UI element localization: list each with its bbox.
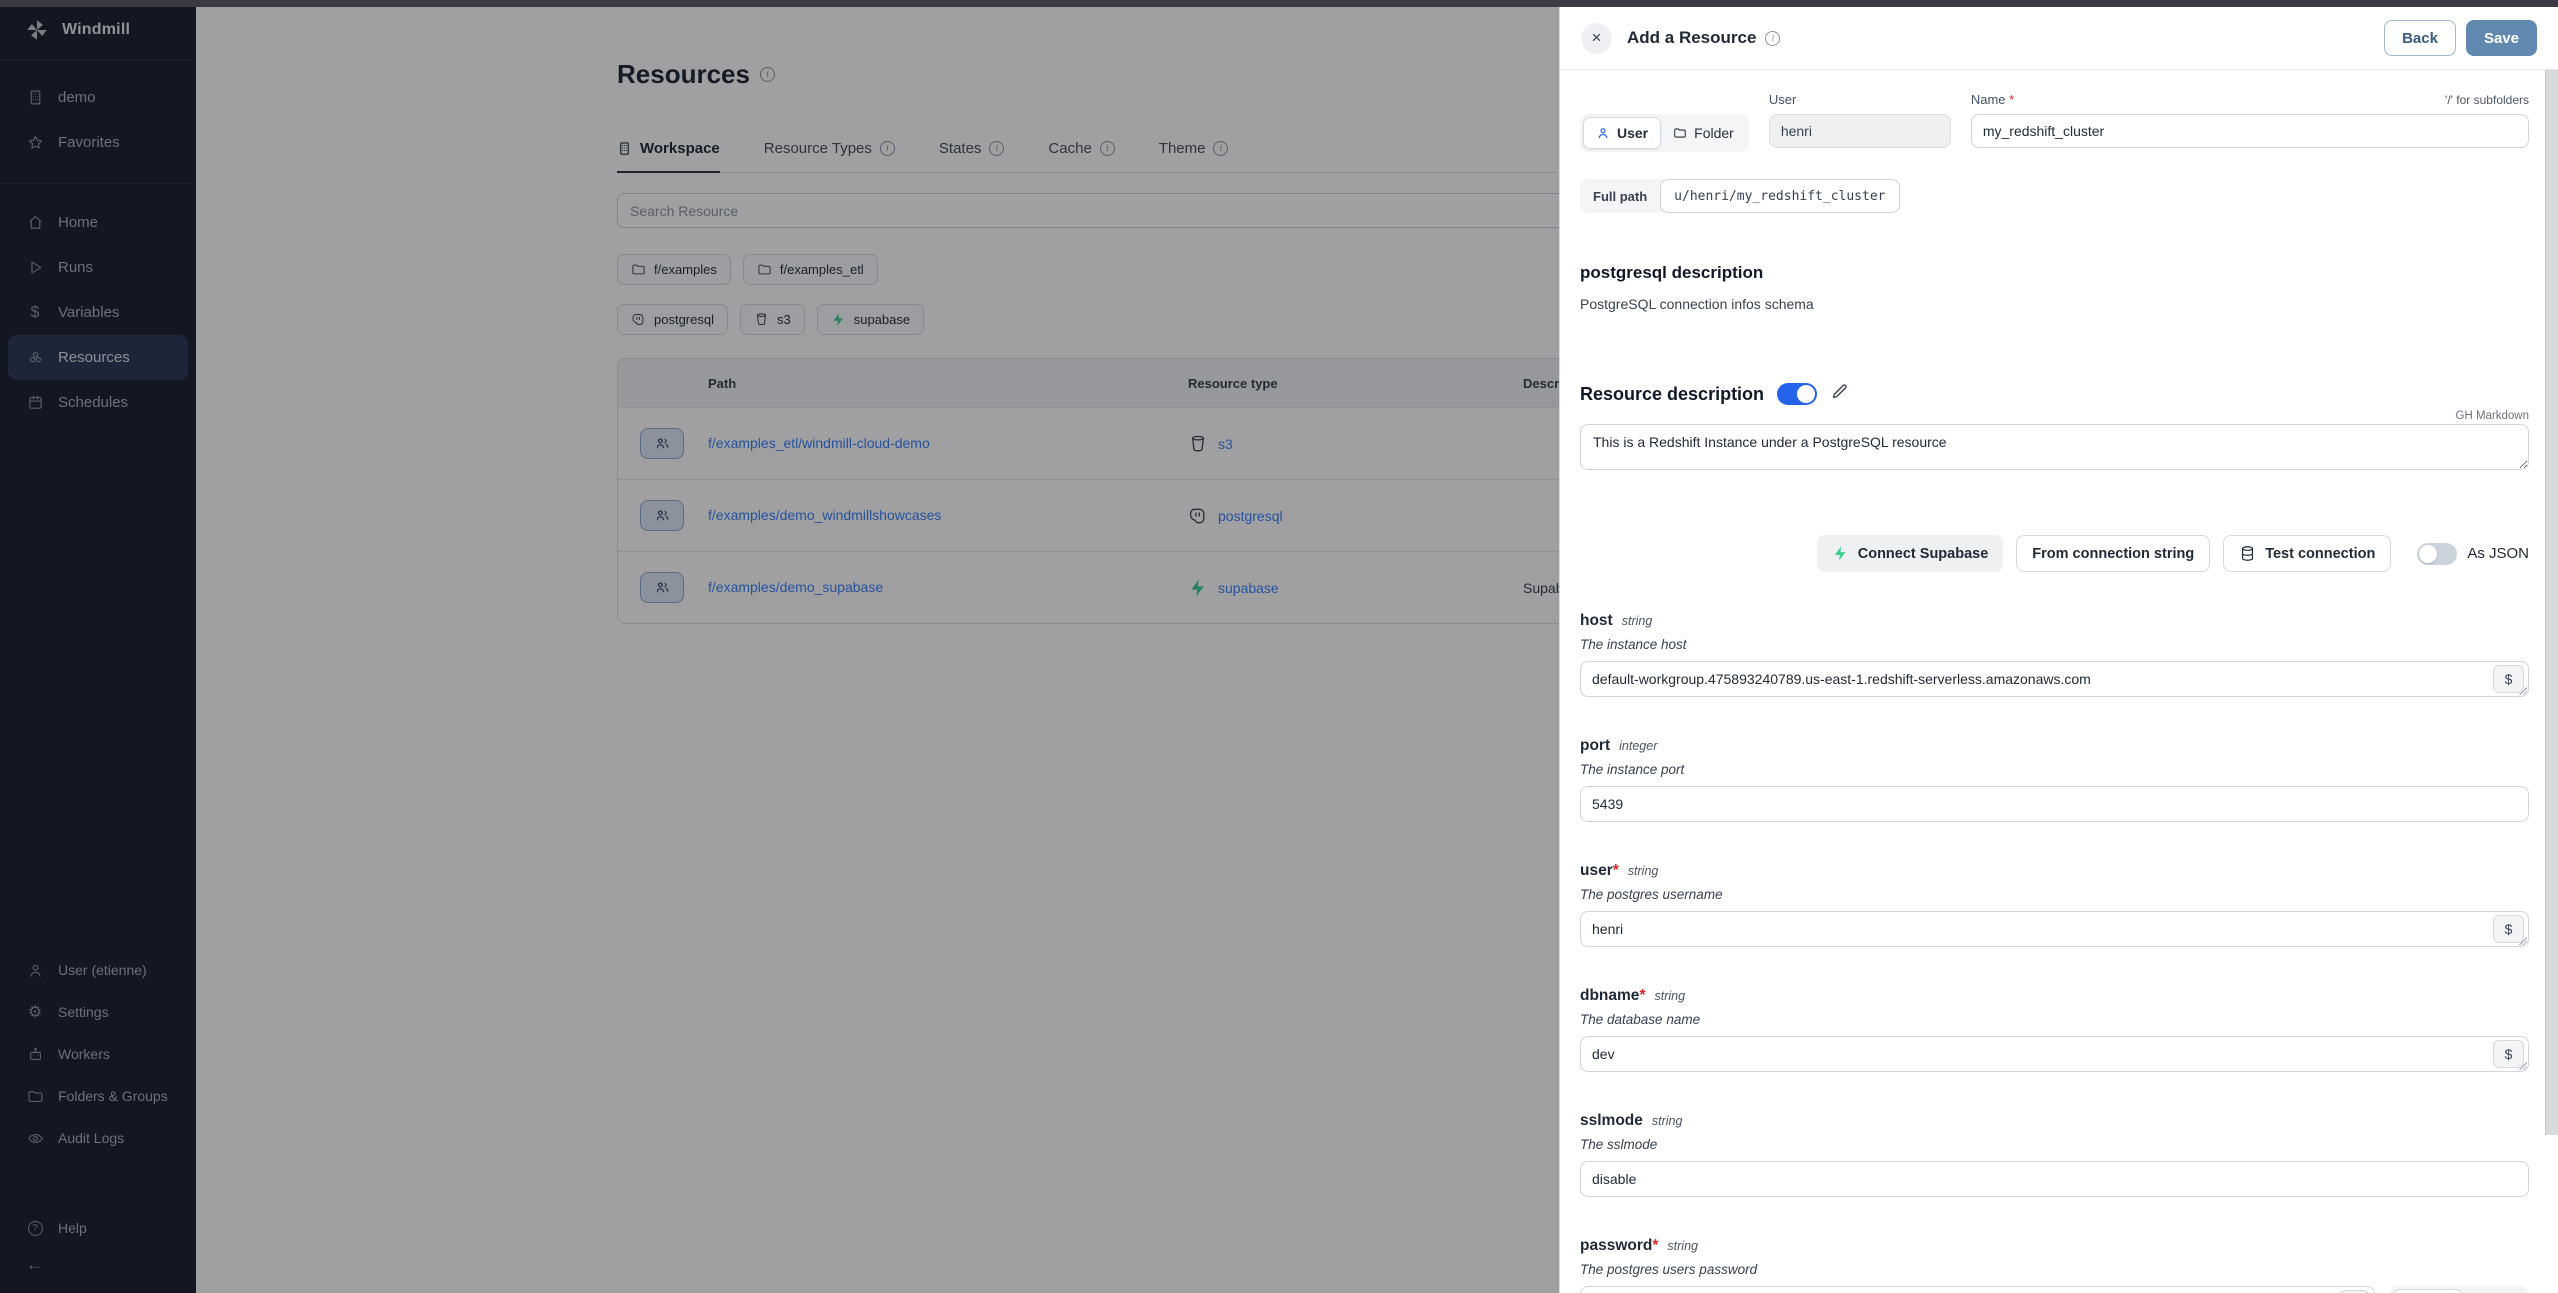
close-icon[interactable]: × bbox=[1581, 23, 1612, 54]
owner-kind-folder[interactable]: Folder bbox=[1661, 117, 1746, 149]
test-connection-button[interactable]: Test connection bbox=[2223, 535, 2391, 572]
resource-description-textarea[interactable]: This is a Redshift Instance under a Post… bbox=[1580, 424, 2529, 470]
connect-supabase-button[interactable]: Connect Supabase bbox=[1817, 535, 2004, 572]
save-button[interactable]: Save bbox=[2466, 20, 2537, 56]
sslmode-input[interactable] bbox=[1580, 1161, 2529, 1197]
as-json-control: As JSON bbox=[2417, 543, 2529, 565]
drawer-title: Add a Resource bbox=[1627, 28, 1756, 48]
password-mode-toggle: Inlined Secret bbox=[2390, 1286, 2529, 1293]
required-mark: * bbox=[1613, 862, 1619, 879]
from-connection-string-button[interactable]: From connection string bbox=[2016, 535, 2210, 572]
window-top-strip bbox=[0, 0, 2558, 7]
field-user: user*string The postgres username $ bbox=[1580, 862, 2529, 947]
folder-icon bbox=[1673, 126, 1687, 140]
description-toggle[interactable] bbox=[1777, 383, 1817, 405]
markdown-hint: GH Markdown bbox=[1580, 410, 2529, 422]
owner-kind-user[interactable]: User bbox=[1583, 117, 1661, 149]
database-icon bbox=[2239, 545, 2256, 562]
screen: Windmill demo Favorites Home Runs $ bbox=[0, 0, 2558, 1293]
name-field-label: Name * bbox=[1971, 92, 2014, 107]
password-secret-option[interactable]: Secret bbox=[2463, 1289, 2526, 1293]
drawer-body: User Folder User Name * '/' for subfolde… bbox=[1560, 70, 2558, 1293]
resize-grip-icon[interactable] bbox=[2518, 936, 2527, 945]
full-path-label: Full path bbox=[1580, 179, 1660, 213]
field-sslmode: sslmodestring The sslmode bbox=[1580, 1112, 2529, 1197]
user-input[interactable] bbox=[1580, 911, 2529, 947]
drawer-scrollbar[interactable] bbox=[2545, 70, 2558, 1135]
supabase-icon bbox=[1832, 545, 1849, 562]
owner-kind-toggle: User Folder bbox=[1580, 114, 1749, 152]
field-host: hoststring The instance host $ bbox=[1580, 612, 2529, 697]
resource-type-description: PostgreSQL connection infos schema bbox=[1580, 296, 2529, 312]
edit-pencil-icon[interactable] bbox=[1830, 382, 1849, 406]
required-mark: * bbox=[2009, 92, 2014, 107]
back-button[interactable]: Back bbox=[2384, 20, 2456, 56]
host-input[interactable] bbox=[1580, 661, 2529, 697]
resize-grip-icon[interactable] bbox=[2518, 1061, 2527, 1070]
drawer-actions: Connect Supabase From connection string … bbox=[1580, 535, 2529, 572]
add-resource-drawer: × Add a Resource i Back Save User Folder bbox=[1559, 0, 2558, 1293]
resource-name-input[interactable] bbox=[1971, 114, 2529, 148]
drawer-header: × Add a Resource i Back Save bbox=[1560, 7, 2558, 70]
as-json-label: As JSON bbox=[2467, 545, 2529, 562]
full-path: Full path u/henri/my_redshift_cluster bbox=[1580, 179, 1900, 213]
dbname-input[interactable] bbox=[1580, 1036, 2529, 1072]
field-port: portinteger The instance port bbox=[1580, 737, 2529, 822]
info-icon[interactable]: i bbox=[1765, 31, 1780, 46]
as-json-toggle[interactable] bbox=[2417, 543, 2457, 565]
modal-dim-overlay[interactable] bbox=[0, 0, 1559, 1293]
port-input[interactable] bbox=[1580, 786, 2529, 822]
password-input[interactable] bbox=[1580, 1286, 2375, 1293]
subfolder-hint: '/' for subfolders bbox=[2445, 93, 2529, 107]
resource-description-heading: Resource description bbox=[1580, 384, 1764, 405]
resize-grip-icon[interactable] bbox=[2518, 686, 2527, 695]
field-dbname: dbname*string The database name $ bbox=[1580, 987, 2529, 1072]
resource-type-heading: postgresql description bbox=[1580, 263, 2529, 283]
owner-row: User Folder User Name * '/' for subfolde… bbox=[1580, 92, 2529, 152]
password-inlined-option[interactable]: Inlined bbox=[2393, 1289, 2463, 1293]
user-icon bbox=[1596, 126, 1610, 140]
required-mark: * bbox=[1639, 987, 1645, 1004]
owner-user-input bbox=[1769, 114, 1951, 148]
user-field-label: User bbox=[1769, 92, 1951, 107]
required-mark: * bbox=[1652, 1237, 1658, 1254]
full-path-value: u/henri/my_redshift_cluster bbox=[1660, 179, 1899, 213]
field-password: password*string The postgres users passw… bbox=[1580, 1237, 2529, 1293]
